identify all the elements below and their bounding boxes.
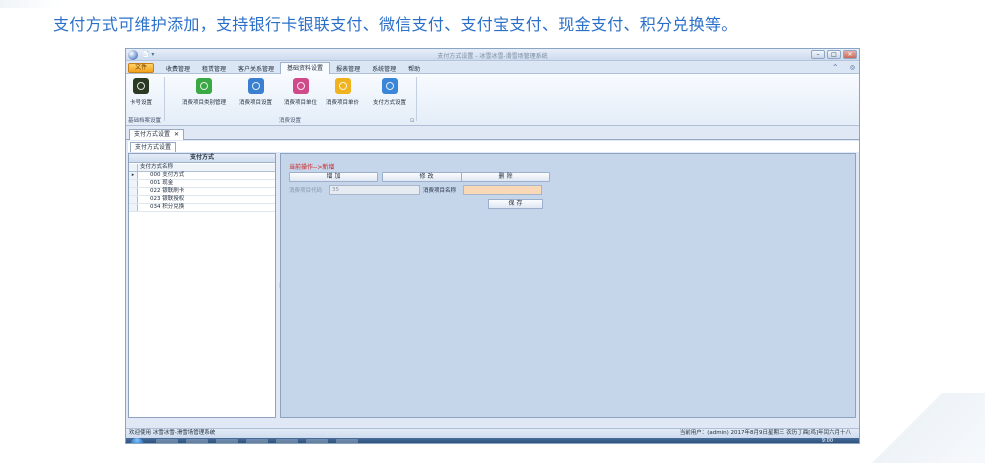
user-date-text: 当前用户：(admin) 2017年8月9日星期三 农历丁酉[鸡]年闰六月十八 [679, 430, 851, 436]
taskbar-item[interactable] [306, 439, 328, 443]
delete-button[interactable]: 删 除 [461, 172, 550, 182]
app-window: 📄 ▾ 支付方式设置 - 冰雪冰雪-滑雪场管理系统 – □ ✕ 文件 收费管理租… [125, 48, 860, 444]
taskbar-item[interactable] [336, 439, 358, 443]
table-row[interactable]: 023 银联授权 [129, 196, 275, 204]
top-left-decoration [0, 0, 60, 8]
tab-close-icon[interactable]: ✕ [174, 131, 179, 138]
add-button[interactable]: 增 加 [289, 172, 378, 182]
corner-decoration [865, 393, 985, 463]
maximize-button[interactable]: □ [827, 50, 841, 59]
panel-title: 支付方式 [129, 154, 275, 163]
row-indicator [129, 204, 138, 211]
ribbon-button[interactable]: 支付方式设置 [373, 78, 406, 106]
grid-header: 支付方式名称 [129, 164, 275, 172]
save-button[interactable]: 保 存 [488, 199, 543, 209]
menu-item[interactable]: 收费管理 [160, 63, 196, 74]
ribbon-collapse-icon[interactable]: ^ [833, 64, 838, 71]
taskbar-clock: 9:00 [821, 438, 833, 444]
menu-item[interactable]: 帮助 [402, 63, 426, 74]
menu-bar: 文件 收费管理 租赁管理 客户关系管理 基础资料设置 报表管理 系统管理 帮助 ^ ◎ [126, 62, 859, 74]
item-name-label: 消费项目名称 [423, 188, 457, 194]
minimize-button[interactable]: – [811, 50, 825, 59]
taskbar: 9:00 [126, 438, 859, 444]
taskbar-item[interactable] [156, 439, 178, 443]
table-row[interactable]: 001 现金 [129, 180, 275, 188]
ribbon-button-label: 消费项目类别管理 [182, 100, 227, 106]
menu-item[interactable]: 系统管理 [366, 63, 402, 74]
ribbon-button-label: 支付方式设置 [373, 100, 407, 106]
taskbar-item[interactable] [276, 439, 298, 443]
close-button[interactable]: ✕ [843, 50, 857, 59]
ribbon-button[interactable]: 卡号设置 [130, 78, 152, 106]
table-cell: 000 支付方式 [150, 172, 185, 178]
ribbon-button-label: 消费项目单价 [326, 100, 360, 106]
table-cell: 023 银联授权 [150, 196, 185, 202]
ribbon-button-label: 消费项目设置 [239, 100, 273, 106]
title-bar: 📄 ▾ 支付方式设置 - 冰雪冰雪-滑雪场管理系统 – □ ✕ [126, 49, 859, 61]
table-cell: 034 积分兑换 [150, 204, 185, 210]
file-menu-button[interactable]: 文件 [128, 63, 154, 73]
table-row[interactable]: ▸ 000 支付方式 [129, 172, 275, 180]
document-tab-strip: 支付方式设置 ✕ [126, 127, 859, 140]
item-code-field[interactable]: 35 [329, 185, 420, 195]
menu-right-controls: ^ ◎ [833, 64, 855, 71]
start-button[interactable] [130, 438, 144, 443]
item-settings-icon [247, 78, 264, 94]
row-indicator [129, 196, 138, 203]
table-cell: 022 银联刷卡 [150, 188, 185, 194]
ribbon-button[interactable]: 消费项目类别管理 [182, 78, 226, 106]
ribbon-group-separator [416, 77, 417, 121]
menu-item[interactable]: 客户关系管理 [232, 63, 280, 74]
ribbon-button[interactable]: 消费项目单价 [326, 78, 359, 106]
tab-payment-settings[interactable]: 支付方式设置 ✕ [129, 129, 185, 140]
grid-rows: ▸ 000 支付方式 001 现金 022 银联刷卡 023 银联授权 034 积分兑换 [129, 172, 275, 212]
edit-panel: 当前操作-->新增 增 加 修 改 删 除 消费项目代码 35 消费项目名称 保… [280, 153, 856, 418]
menu-items: 收费管理 租赁管理 客户关系管理 基础资料设置 报表管理 系统管理 帮助 [160, 62, 426, 74]
column-header-name[interactable]: 支付方式名称 [138, 164, 275, 171]
table-row[interactable]: 034 积分兑换 [129, 204, 275, 212]
taskbar-item[interactable] [216, 439, 238, 443]
ribbon-button-label: 卡号设置 [130, 100, 153, 106]
row-indicator [129, 180, 138, 187]
inner-tab-strip: 支付方式设置 [128, 141, 859, 152]
payment-method-panel: 支付方式 支付方式名称 ▸ 000 支付方式 001 现金 022 银联刷卡 023 银… [128, 153, 276, 418]
ribbon-button[interactable]: 消费项目单位 [284, 78, 317, 106]
window-title: 支付方式设置 - 冰雪冰雪-滑雪场管理系统 [437, 53, 548, 60]
row-indicator-header [129, 164, 138, 171]
tab-label: 支付方式设置 [134, 131, 171, 138]
edit-button[interactable]: 修 改 [382, 172, 471, 182]
category-icon [196, 78, 212, 94]
menu-item[interactable]: 基础资料设置 [280, 62, 331, 74]
item-name-field[interactable] [463, 185, 542, 195]
row-indicator: ▸ [129, 172, 138, 179]
taskbar-item[interactable] [186, 439, 208, 443]
welcome-text: 欢迎使用 冰雪冰雪-滑雪场管理系统 [129, 430, 216, 436]
ribbon-group-label-consume: 消费设置 [279, 118, 302, 124]
item-code-label: 消费项目代码 [289, 188, 323, 194]
ribbon: 基础档案设置 ⊡ 消费设置 ⊡ 卡号设置 消费项目类别管理 消费项目设置 消费项目单位… [126, 74, 859, 126]
payment-search-icon [381, 78, 398, 94]
payment-method-grid: 支付方式名称 ▸ 000 支付方式 001 现金 022 银联刷卡 023 银联授权 03… [129, 164, 275, 212]
taskbar-item[interactable] [246, 439, 268, 443]
card-reader-icon [133, 78, 149, 94]
current-operation-label: 当前操作-->新增 [289, 164, 335, 171]
unit-icon [292, 78, 309, 94]
ribbon-button[interactable]: 消费项目设置 [239, 78, 272, 106]
page-headline: 支付方式可维护添加，支持银行卡银联支付、微信支付、支付宝支付、现金支付、积分兑换… [53, 15, 738, 34]
table-row[interactable]: 022 银联刷卡 [129, 188, 275, 196]
price-icon [334, 78, 351, 94]
window-controls: – □ ✕ [811, 50, 857, 59]
help-icon[interactable]: ◎ [850, 64, 855, 71]
group-launcher-icon[interactable]: ⊡ [410, 118, 414, 124]
ribbon-button-label: 消费项目单位 [284, 100, 318, 106]
status-bar: 欢迎使用 冰雪冰雪-滑雪场管理系统 当前用户：(admin) 2017年8月9日… [126, 428, 859, 438]
table-cell: 001 现金 [150, 180, 174, 186]
inner-tab-payment-settings[interactable]: 支付方式设置 [130, 142, 177, 152]
ribbon-group-separator [164, 77, 165, 121]
row-indicator [129, 188, 138, 195]
menu-item[interactable]: 报表管理 [330, 63, 366, 74]
group-launcher-icon[interactable]: ⊡ [156, 118, 160, 124]
menu-item[interactable]: 租赁管理 [196, 63, 232, 74]
